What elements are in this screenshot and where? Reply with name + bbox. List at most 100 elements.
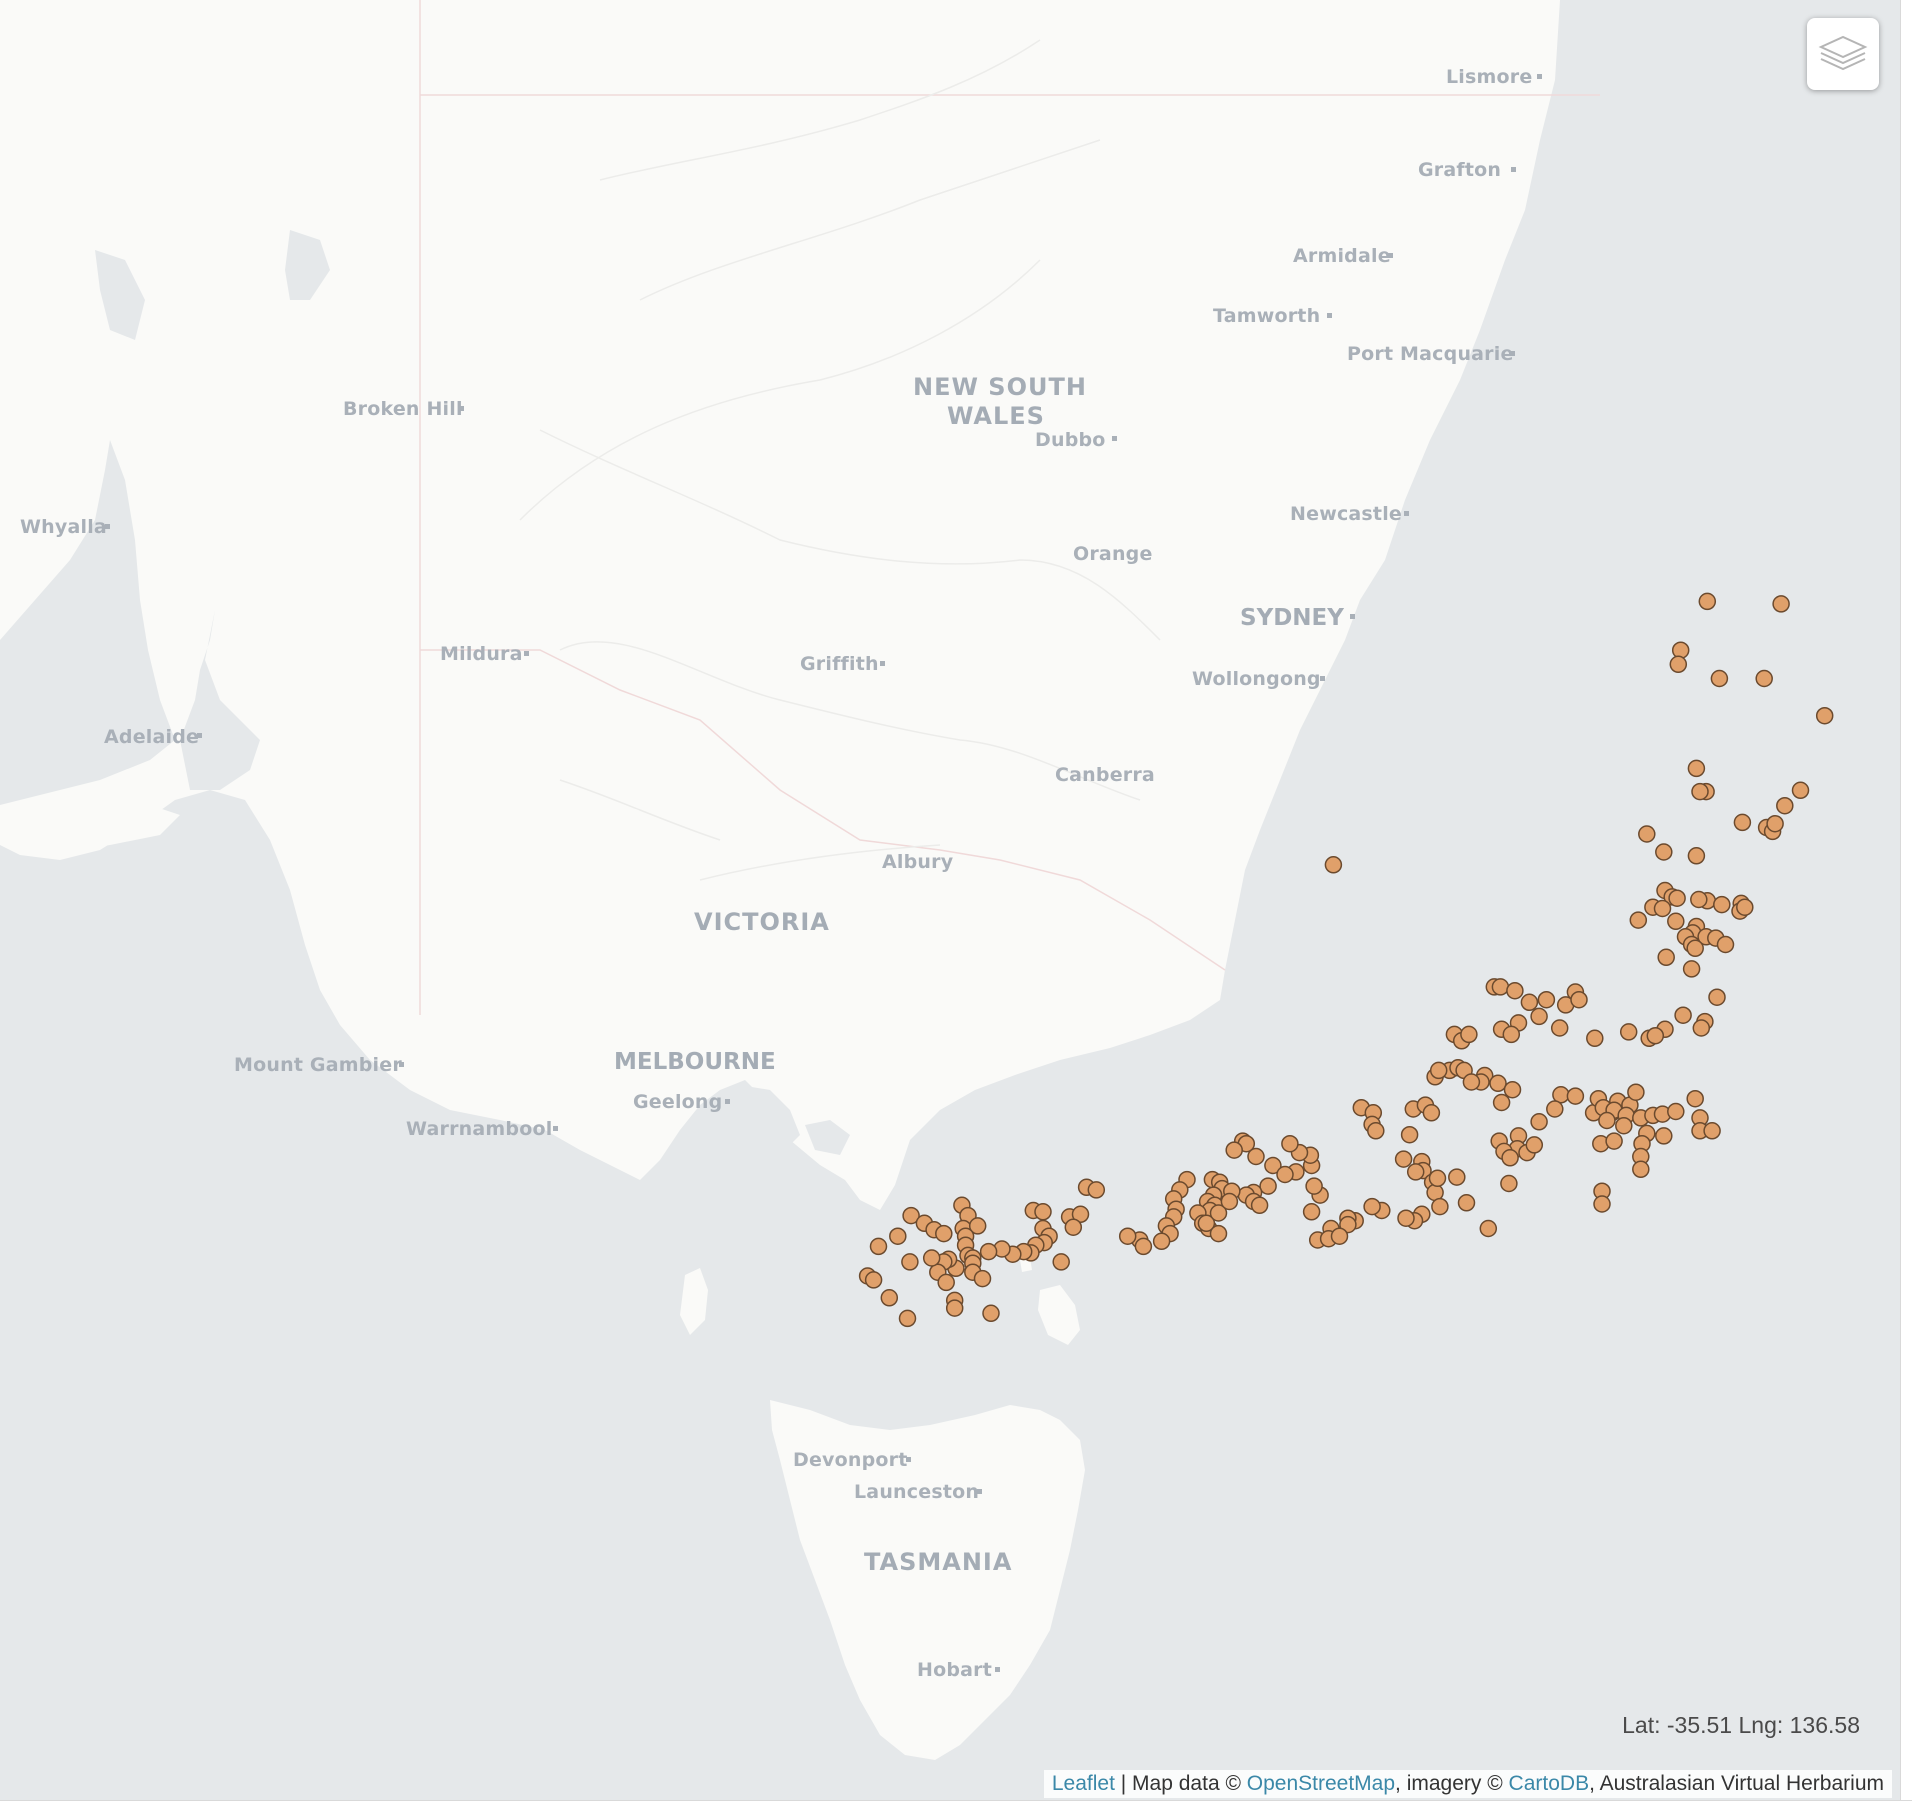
occurrence-marker[interactable] bbox=[1503, 1080, 1522, 1099]
occurrence-marker[interactable] bbox=[1259, 1177, 1277, 1195]
occurrence-marker[interactable] bbox=[1052, 1253, 1070, 1271]
occurrence-marker[interactable] bbox=[864, 1271, 883, 1289]
occurrence-marker[interactable] bbox=[1462, 1073, 1481, 1091]
occurrence-marker[interactable] bbox=[1152, 1232, 1171, 1251]
occurrence-marker[interactable] bbox=[935, 1224, 953, 1243]
occurrence-marker[interactable] bbox=[1653, 899, 1672, 918]
occurrence-marker[interactable] bbox=[1605, 1132, 1623, 1150]
occurrence-marker[interactable] bbox=[1034, 1203, 1052, 1221]
occurrence-marker[interactable] bbox=[979, 1242, 998, 1261]
occurrence-marker[interactable] bbox=[1134, 1237, 1153, 1256]
occurrence-marker[interactable] bbox=[1698, 592, 1717, 611]
occurrence-marker[interactable] bbox=[1400, 1125, 1419, 1144]
occurrence-marker[interactable] bbox=[1247, 1147, 1265, 1166]
occurrence-marker[interactable] bbox=[1118, 1227, 1137, 1245]
occurrence-marker[interactable] bbox=[1506, 981, 1524, 1000]
occurrence-marker[interactable] bbox=[1703, 1122, 1721, 1140]
occurrence-marker[interactable] bbox=[1460, 1025, 1478, 1044]
occurrence-marker[interactable] bbox=[1716, 935, 1735, 954]
occurrence-marker[interactable] bbox=[1690, 890, 1708, 909]
occurrence-marker[interactable] bbox=[1691, 782, 1709, 801]
occurrence-marker[interactable] bbox=[1250, 1196, 1269, 1215]
occurrence-marker[interactable] bbox=[1655, 1127, 1673, 1145]
occurrence-marker[interactable] bbox=[1619, 1023, 1638, 1041]
occurrence-marker[interactable] bbox=[1570, 990, 1588, 1009]
occurrence-marker[interactable] bbox=[1479, 1219, 1498, 1238]
occurrence-marker[interactable] bbox=[889, 1227, 907, 1245]
occurrence-marker[interactable] bbox=[1646, 1026, 1665, 1045]
occurrence-marker[interactable] bbox=[1629, 911, 1648, 929]
occurrence-marker[interactable] bbox=[1766, 814, 1784, 833]
occurrence-marker[interactable] bbox=[1406, 1163, 1425, 1181]
occurrence-marker[interactable] bbox=[1674, 1006, 1692, 1024]
occurrence-marker[interactable] bbox=[1593, 1195, 1611, 1213]
occurrence-marker[interactable] bbox=[1500, 1174, 1518, 1193]
occurrence-marker[interactable] bbox=[1422, 1104, 1441, 1122]
occurrence-marker[interactable] bbox=[1305, 1177, 1323, 1195]
occurrence-marker[interactable] bbox=[1492, 1093, 1511, 1112]
occurrence-marker[interactable] bbox=[1667, 912, 1685, 931]
occurrence-marker[interactable] bbox=[1501, 1149, 1519, 1167]
occurrence-marker[interactable] bbox=[1428, 1169, 1447, 1188]
occurrence-marker[interactable] bbox=[1324, 856, 1343, 874]
occurrence-marker[interactable] bbox=[922, 1249, 941, 1267]
occurrence-marker[interactable] bbox=[880, 1289, 899, 1307]
layers-control-button[interactable] bbox=[1807, 18, 1879, 90]
occurrence-marker[interactable] bbox=[1638, 825, 1656, 843]
occurrence-marker[interactable] bbox=[973, 1269, 992, 1288]
occurrence-marker[interactable] bbox=[1733, 813, 1752, 832]
occurrence-marker[interactable] bbox=[1225, 1141, 1243, 1159]
occurrence-marker[interactable] bbox=[1713, 895, 1731, 914]
occurrence-marker[interactable] bbox=[1550, 1019, 1569, 1037]
occurrence-marker[interactable] bbox=[1537, 990, 1556, 1009]
occurrence-marker[interactable] bbox=[1655, 843, 1673, 861]
occurrence-marker[interactable] bbox=[1064, 1218, 1083, 1236]
occurrence-marker[interactable] bbox=[1772, 595, 1790, 613]
occurrence-marker[interactable] bbox=[1530, 1007, 1548, 1026]
occurrence-marker[interactable] bbox=[1209, 1224, 1228, 1243]
occurrence-marker[interactable] bbox=[901, 1253, 919, 1271]
occurrence-marker[interactable] bbox=[982, 1304, 1000, 1323]
occurrence-marker[interactable] bbox=[1657, 948, 1675, 967]
occurrence-marker[interactable] bbox=[1087, 1181, 1106, 1199]
occurrence-marker[interactable] bbox=[1686, 1089, 1704, 1108]
occurrence-marker[interactable] bbox=[1632, 1160, 1650, 1179]
occurrence-marker[interactable] bbox=[1520, 993, 1539, 1012]
occurrence-marker[interactable] bbox=[1755, 669, 1773, 688]
occurrence-marker[interactable] bbox=[1330, 1227, 1349, 1245]
leaflet-link[interactable]: Leaflet bbox=[1052, 1772, 1115, 1795]
occurrence-marker[interactable] bbox=[1276, 1165, 1294, 1184]
occurrence-marker[interactable] bbox=[1668, 889, 1686, 907]
occurrence-marker[interactable] bbox=[1687, 847, 1706, 865]
occurrence-marker[interactable] bbox=[1457, 1194, 1476, 1212]
occurrence-marker[interactable] bbox=[1363, 1197, 1381, 1216]
occurrence-marker[interactable] bbox=[945, 1299, 964, 1317]
occurrence-marker[interactable] bbox=[1397, 1209, 1415, 1227]
occurrence-marker[interactable] bbox=[1431, 1197, 1449, 1216]
occurrence-marker[interactable] bbox=[1667, 1102, 1685, 1121]
occurrence-marker[interactable] bbox=[1586, 1029, 1604, 1048]
occurrence-marker[interactable] bbox=[1598, 1111, 1616, 1130]
occurrence-marker[interactable] bbox=[869, 1237, 888, 1256]
occurrence-marker[interactable] bbox=[1627, 1083, 1645, 1101]
occurrence-marker[interactable] bbox=[1367, 1122, 1385, 1140]
occurrence-marker[interactable] bbox=[1736, 898, 1754, 916]
occurrence-marker[interactable] bbox=[937, 1273, 955, 1292]
occurrence-marker[interactable] bbox=[1394, 1150, 1413, 1168]
occurrence-marker[interactable] bbox=[1682, 960, 1701, 978]
occurrence-marker[interactable] bbox=[1220, 1192, 1239, 1211]
occurrence-marker[interactable] bbox=[1687, 759, 1706, 778]
occurrence-marker[interactable] bbox=[1491, 978, 1510, 996]
occurrence-marker[interactable] bbox=[1489, 1074, 1507, 1093]
occurrence-marker[interactable] bbox=[898, 1309, 917, 1328]
occurrence-marker[interactable] bbox=[1708, 988, 1726, 1006]
occurrence-marker[interactable] bbox=[1671, 641, 1690, 659]
occurrence-marker[interactable] bbox=[1448, 1168, 1466, 1186]
occurrence-marker[interactable] bbox=[1502, 1025, 1521, 1044]
occurrence-marker[interactable] bbox=[1302, 1203, 1321, 1221]
occurrence-marker[interactable] bbox=[1530, 1113, 1548, 1131]
occurrence-marker[interactable] bbox=[1815, 706, 1834, 725]
occurrence-marker[interactable] bbox=[1525, 1136, 1544, 1154]
occurrence-marker[interactable] bbox=[1791, 781, 1810, 800]
occurrence-marker[interactable] bbox=[1566, 1087, 1585, 1105]
